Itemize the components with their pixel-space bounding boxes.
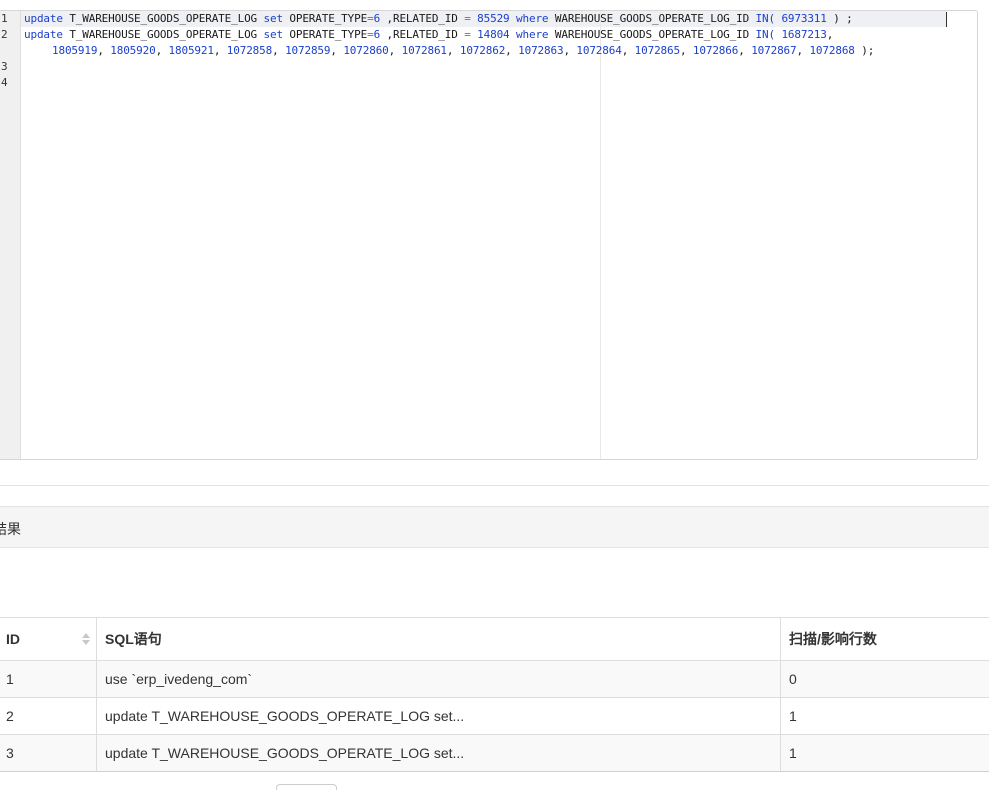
result-panel-header: 结果 [0,506,989,548]
cell-id: 2 [6,708,14,724]
cell-rows: 1 [780,735,989,771]
line-number: 1 [1,12,8,25]
cell-rows: 0 [780,661,989,697]
column-header-sql: SQL语句 [96,618,780,660]
result-title: 结果 [0,521,21,537]
cell-id: 1 [6,671,14,687]
section-divider [0,485,989,486]
column-header-rows: 扫描/影响行数 [780,618,989,660]
table-bottom-border [0,771,989,772]
table-row[interactable]: 1 use `erp_ivedeng_com` 0 [0,661,989,698]
table-row[interactable]: 3 update T_WAREHOUSE_GOODS_OPERATE_LOG s… [0,735,989,772]
code-line-2[interactable]: update T_WAREHOUSE_GOODS_OPERATE_LOG set… [24,27,833,43]
result-table: ID SQL语句 扫描/影响行数 1 use `erp_ivedeng_com`… [0,617,989,772]
text-cursor [946,12,947,27]
sort-icon[interactable] [82,632,90,646]
code-line-1[interactable]: update T_WAREHOUSE_GOODS_OPERATE_LOG set… [24,11,853,27]
cell-sql: update T_WAREHOUSE_GOODS_OPERATE_LOG set… [96,698,780,734]
cell-id: 3 [6,745,14,761]
line-number: 3 [1,60,8,73]
column-header-id-label: ID [6,631,20,647]
table-header-row: ID SQL语句 扫描/影响行数 [0,618,989,661]
column-header-id[interactable]: ID [0,618,96,660]
table-row[interactable]: 2 update T_WAREHOUSE_GOODS_OPERATE_LOG s… [0,698,989,735]
editor-gutter: 1 2 3 4 [0,11,21,459]
code-line-2-wrap[interactable]: 1805919, 1805920, 1805921, 1072858, 1072… [52,43,874,59]
cell-sql: update T_WAREHOUSE_GOODS_OPERATE_LOG set… [96,735,780,771]
cell-rows: 1 [780,698,989,734]
cell-sql: use `erp_ivedeng_com` [96,661,780,697]
line-number: 4 [1,76,8,89]
page-size-select[interactable] [276,784,337,790]
print-margin [600,11,601,459]
line-number: 2 [1,28,8,41]
sql-editor[interactable]: 1 2 3 4 update T_WAREHOUSE_GOODS_OPERATE… [0,10,978,460]
